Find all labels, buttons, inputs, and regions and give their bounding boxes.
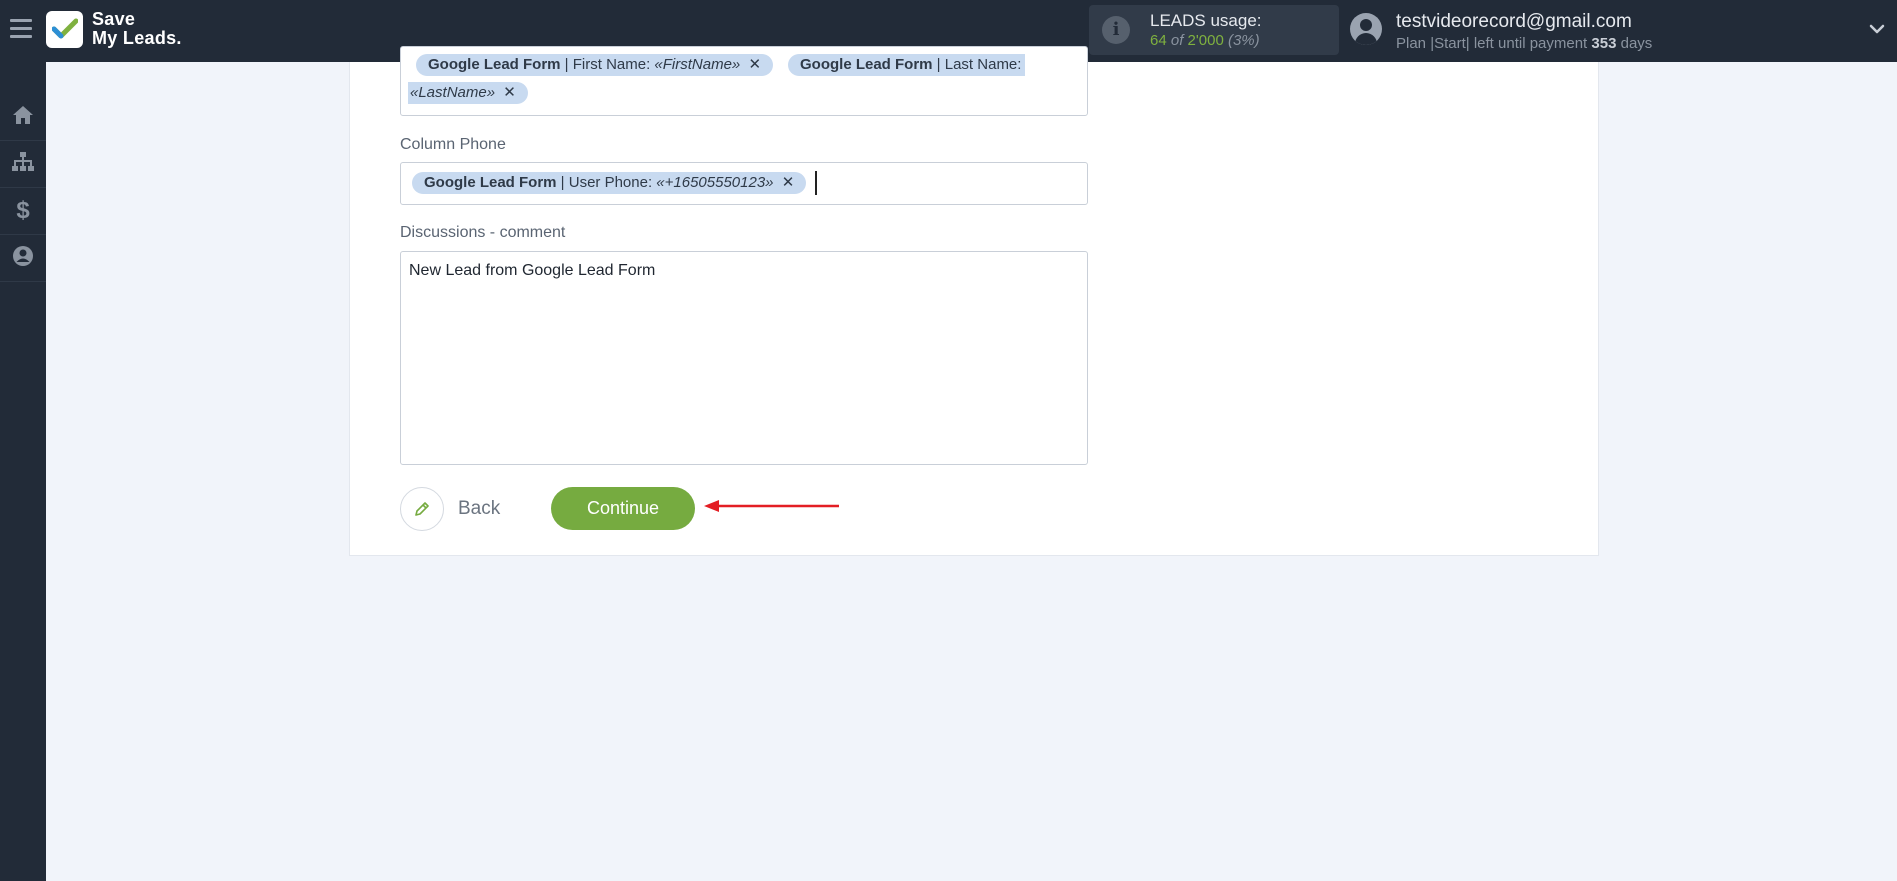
remove-tag-icon[interactable]: ✕ xyxy=(782,174,795,191)
plan-info: Plan |Start| left until payment 353 days xyxy=(1396,35,1653,52)
pencil-icon xyxy=(400,487,444,531)
last-name-tag-value: «LastName» ✕ xyxy=(408,82,528,104)
usage-title: LEADS usage: xyxy=(1150,11,1262,30)
leads-usage-panel: i LEADS usage: 64 of 2'000 (3%) xyxy=(1089,5,1339,55)
text-caret xyxy=(815,171,817,195)
account-email: testvideorecord@gmail.com xyxy=(1396,11,1632,32)
comment-value: New Lead from Google Lead Form xyxy=(409,262,656,279)
info-icon: i xyxy=(1102,16,1130,44)
sitemap-icon xyxy=(11,151,35,178)
home-icon xyxy=(11,104,35,131)
first-name-tag: Google Lead Form | First Name: «FirstNam… xyxy=(416,54,774,76)
usage-value: 64 of 2'000 (3%) xyxy=(1150,32,1260,49)
user-icon xyxy=(12,245,34,272)
side-nav: $ xyxy=(0,62,46,881)
menu-icon[interactable] xyxy=(10,19,32,41)
logo[interactable]: Save My Leads. xyxy=(46,10,182,48)
logo-text: Save My Leads. xyxy=(92,9,182,48)
chevron-down-icon[interactable] xyxy=(1868,20,1886,38)
last-name-tag: Google Lead Form | Last Name: xyxy=(788,54,1026,76)
nav-integrations[interactable] xyxy=(0,141,46,188)
continue-button[interactable]: Continue xyxy=(551,487,695,530)
phone-tag: Google Lead Form | User Phone: «+1650555… xyxy=(412,172,807,194)
comment-field-label: Discussions - comment xyxy=(400,224,566,241)
phone-field-label: Column Phone xyxy=(400,136,506,153)
remove-tag-icon[interactable]: ✕ xyxy=(748,56,761,73)
dollar-icon: $ xyxy=(16,197,30,224)
remove-tag-icon[interactable]: ✕ xyxy=(503,84,516,101)
comment-textarea[interactable] xyxy=(400,251,1088,465)
nav-account[interactable] xyxy=(0,235,46,282)
nav-billing[interactable]: $ xyxy=(0,188,46,235)
back-label: Back xyxy=(458,498,501,519)
avatar-icon xyxy=(1350,13,1382,45)
nav-home[interactable] xyxy=(0,94,46,141)
logo-check-icon xyxy=(46,10,83,48)
red-arrow-annotation xyxy=(703,497,843,520)
back-button[interactable]: Back xyxy=(400,487,500,531)
